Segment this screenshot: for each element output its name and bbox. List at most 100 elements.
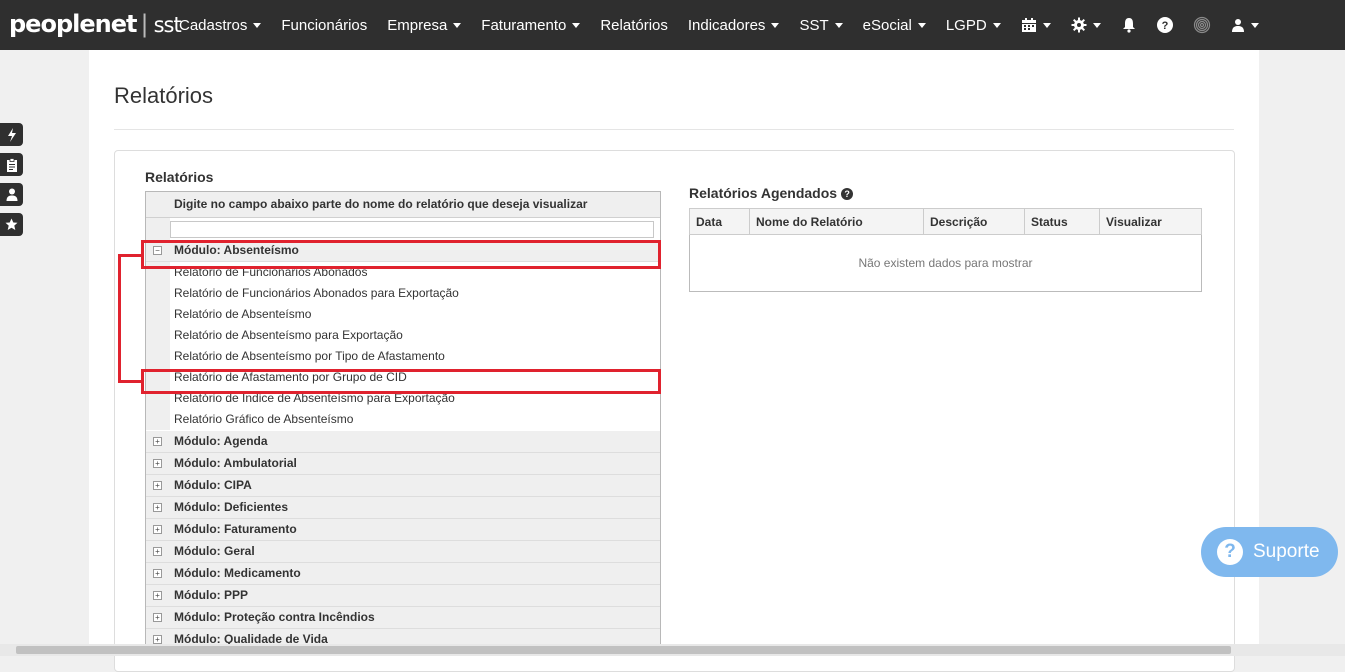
nav-empresa[interactable]: Empresa <box>387 16 462 34</box>
caret-down-icon <box>1092 22 1101 28</box>
group-label: Módulo: Ambulatorial <box>174 456 297 470</box>
tree-gutter <box>146 304 170 325</box>
sidebar-profile[interactable] <box>0 183 23 206</box>
group-agenda[interactable]: + Módulo: Agenda <box>146 431 660 453</box>
caret-down-icon <box>834 22 843 28</box>
column-header[interactable]: Visualizar <box>1099 208 1202 235</box>
scheduled-title-text: Relatórios Agendados <box>689 185 838 201</box>
expand-icon[interactable]: + <box>153 437 162 446</box>
group-label: Módulo: CIPA <box>174 478 252 492</box>
group-cipa[interactable]: + Módulo: CIPA <box>146 475 660 497</box>
column-header[interactable]: Data <box>689 208 750 235</box>
report-search-input[interactable] <box>170 221 654 238</box>
group-geral[interactable]: + Módulo: Geral <box>146 541 660 563</box>
horizontal-scrollbar[interactable] <box>0 644 1345 656</box>
expand-icon[interactable]: + <box>153 503 162 512</box>
page-title: Relatórios <box>114 83 214 108</box>
reports-label: Relatórios <box>145 169 214 185</box>
column-header[interactable]: Nome do Relatório <box>749 208 924 235</box>
group-label: Módulo: Medicamento <box>174 566 301 580</box>
nav-esocial[interactable]: eSocial <box>863 17 926 34</box>
nav-help[interactable]: ? <box>1156 17 1173 33</box>
highlight-report-box <box>141 369 661 394</box>
nav-label: Empresa <box>387 16 448 34</box>
caret-down-icon <box>253 22 262 28</box>
group-ppp[interactable]: + Módulo: PPP <box>146 585 660 607</box>
support-button[interactable]: ? Suporte <box>1201 527 1338 577</box>
nav-settings[interactable] <box>1071 17 1101 33</box>
brand-logo[interactable]: peoplenet | sst <box>9 10 182 38</box>
tree-gutter <box>146 346 170 367</box>
help-icon[interactable]: ? <box>841 188 854 200</box>
expand-icon[interactable]: + <box>153 569 162 578</box>
main-content: Relatórios Relatórios Digite no campo ab… <box>89 50 1259 672</box>
gear-icon <box>1071 17 1087 33</box>
group-medicamento[interactable]: + Módulo: Medicamento <box>146 563 660 585</box>
tree-header: Digite no campo abaixo parte do nome do … <box>146 192 660 218</box>
brand-product: sst <box>153 13 182 37</box>
nav-sst[interactable]: SST <box>799 16 843 34</box>
nav-notifications[interactable] <box>1121 17 1137 33</box>
nav-indicadores[interactable]: Indicadores <box>688 17 780 34</box>
caret-down-icon <box>917 22 926 28</box>
expand-icon[interactable]: + <box>153 635 162 644</box>
report-item[interactable]: Relatório de Funcionários Abonados para … <box>146 283 660 304</box>
title-divider <box>114 129 1234 130</box>
tree-gutter <box>146 409 170 430</box>
report-item[interactable]: Relatório de Absenteísmo <box>146 304 660 325</box>
expand-icon[interactable]: + <box>153 547 162 556</box>
sidebar-quick-actions[interactable] <box>0 123 23 146</box>
group-label: Módulo: Agenda <box>174 434 268 448</box>
nav-biometrics[interactable] <box>1193 16 1211 34</box>
group-protecao-incendios[interactable]: + Módulo: Proteção contra Incêndios <box>146 607 660 629</box>
nav-funcionarios[interactable]: Funcionários <box>281 17 367 34</box>
sidebar-tasks[interactable] <box>0 153 23 176</box>
nav-label: Indicadores <box>687 16 766 34</box>
column-header[interactable]: Status <box>1024 208 1100 235</box>
group-ambulatorial[interactable]: + Módulo: Ambulatorial <box>146 453 660 475</box>
nav-cadastros[interactable]: Cadastros <box>179 17 262 34</box>
nav-label: Relatórios <box>600 16 668 34</box>
brand-name: peoplenet <box>9 10 137 38</box>
caret-down-icon <box>572 22 581 28</box>
nav-label: eSocial <box>862 16 912 34</box>
nav-label: LGPD <box>945 16 987 34</box>
expand-icon[interactable]: + <box>153 613 162 622</box>
tree-search-row <box>146 218 660 240</box>
nav-label: Funcionários <box>281 16 368 34</box>
question-icon: ? <box>1217 539 1243 565</box>
nav-relatorios[interactable]: Relatórios <box>600 17 668 34</box>
column-header[interactable]: Descrição <box>923 208 1025 235</box>
expand-icon[interactable]: + <box>153 591 162 600</box>
expand-icon[interactable]: + <box>153 525 162 534</box>
brand-separator: | <box>140 10 148 38</box>
group-label: Módulo: Geral <box>174 544 255 558</box>
nav-label: SST <box>799 16 829 34</box>
calendar-icon <box>1021 18 1036 32</box>
report-label: Relatório de Absenteísmo para Exportação <box>174 328 403 342</box>
group-label: Módulo: Deficientes <box>174 500 289 514</box>
fingerprint-icon <box>1193 16 1210 34</box>
report-item[interactable]: Relatório de Absenteísmo para Exportação <box>146 325 660 346</box>
expand-icon[interactable]: + <box>153 481 162 490</box>
caret-down-icon <box>453 22 462 28</box>
table-header-row: Data Nome do Relatório Descrição Status … <box>689 208 1202 235</box>
sidebar-favorites[interactable] <box>0 213 23 236</box>
report-item[interactable]: Relatório de Absenteísmo por Tipo de Afa… <box>146 346 660 367</box>
nav-calendar[interactable] <box>1021 17 1051 33</box>
tree-gutter <box>146 218 170 240</box>
top-navbar: peoplenet | sst Cadastros Funcionários Emp… <box>0 0 1345 50</box>
nav-user[interactable] <box>1231 18 1259 32</box>
tree-gutter <box>146 283 170 304</box>
scrollbar-thumb[interactable] <box>16 646 1231 654</box>
group-deficientes[interactable]: + Módulo: Deficientes <box>146 497 660 519</box>
expand-icon[interactable]: + <box>153 459 162 468</box>
nav-lgpd[interactable]: LGPD <box>946 17 1001 34</box>
bolt-icon <box>7 127 16 142</box>
group-label: Módulo: Faturamento <box>174 522 297 536</box>
report-item[interactable]: Relatório Gráfico de Absenteísmo <box>146 409 660 430</box>
empty-row: Não existem dados para mostrar <box>690 235 1202 292</box>
nav-faturamento[interactable]: Faturamento <box>481 17 581 34</box>
group-faturamento[interactable]: + Módulo: Faturamento <box>146 519 660 541</box>
reports-panel: Relatórios Digite no campo abaixo parte … <box>114 150 1235 672</box>
